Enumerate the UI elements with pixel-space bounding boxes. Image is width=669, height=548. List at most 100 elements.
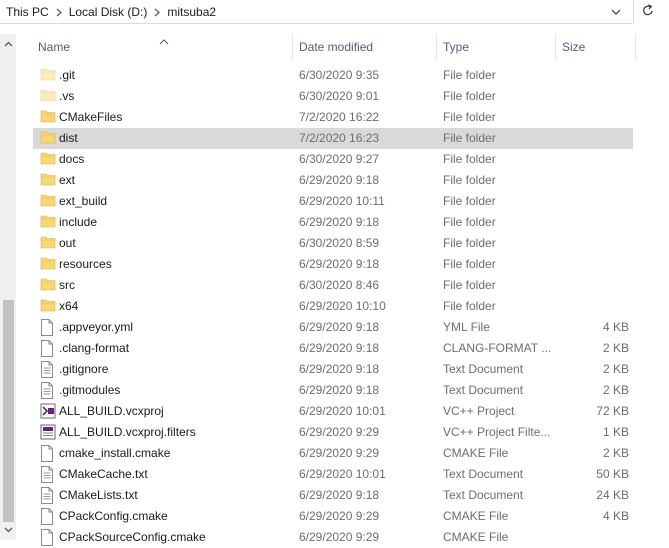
file-row[interactable]: .clang-format 6/29/2020 9:18 CLANG-FORMAT …: [33, 338, 633, 359]
breadcrumb-separator-icon[interactable]: [147, 5, 167, 19]
text-file-icon: [40, 466, 56, 483]
file-name: CPackSourceConfig.cmake: [59, 530, 206, 544]
scroll-down-icon[interactable]: [0, 522, 16, 538]
file-type: File folder: [443, 89, 496, 103]
file-icon: [40, 445, 56, 462]
file-size: 2 KB: [602, 383, 629, 397]
file-name: ALL_BUILD.vcxproj: [59, 404, 164, 418]
file-row[interactable]: CMakeLists.txt 6/29/2020 9:18 Text Documen…: [33, 485, 633, 506]
file-size: 4 KB: [602, 509, 629, 523]
file-type: CMAKE File: [443, 509, 509, 523]
file-name: .git: [59, 68, 76, 82]
file-type: Text Document: [443, 362, 524, 376]
file-type: CLANG-FORMAT ...: [443, 341, 552, 355]
file-row[interactable]: .vs 6/30/2020 9:01 File folder: [33, 86, 633, 107]
file-type: File folder: [443, 110, 496, 124]
file-row[interactable]: include 6/29/2020 9:18 File folder: [33, 212, 633, 233]
column-header-name[interactable]: Name: [33, 34, 293, 60]
breadcrumb-separator-icon[interactable]: [49, 5, 69, 19]
refresh-button[interactable]: [633, 0, 662, 24]
file-type: YML File: [443, 320, 490, 334]
file-row[interactable]: ALL_BUILD.vcxproj.filters 6/29/2020 9:29 V…: [33, 422, 633, 443]
file-row[interactable]: CMakeFiles 7/2/2020 16:22 File folder: [33, 107, 633, 128]
vertical-scrollbar[interactable]: [0, 34, 16, 540]
file-date-modified: 6/29/2020 9:18: [299, 320, 380, 334]
folder-icon: [40, 151, 56, 168]
file-date-modified: 6/30/2020 9:27: [299, 152, 380, 166]
file-list: .git 6/30/2020 9:35 File folder .vs 6/30/202…: [33, 65, 633, 548]
file-name: docs: [59, 152, 85, 166]
column-header-size[interactable]: Size: [557, 34, 636, 60]
file-row[interactable]: .gitignore 6/29/2020 9:18 Text Document 2 K…: [33, 359, 633, 380]
file-row[interactable]: CPackSourceConfig.cmake 6/29/2020 9:29 CMA…: [33, 527, 633, 548]
file-name: .vs: [59, 89, 75, 103]
file-type: File folder: [443, 299, 496, 313]
file-name: dist: [59, 131, 78, 145]
file-type: VC++ Project Filte...: [443, 425, 551, 439]
file-row[interactable]: ext 6/29/2020 9:18 File folder: [33, 170, 633, 191]
file-size: [557, 191, 629, 212]
file-row[interactable]: out 6/30/2020 8:59 File folder: [33, 233, 633, 254]
address-history-dropdown-icon[interactable]: [608, 4, 624, 20]
file-name: CMakeLists.txt: [59, 488, 138, 502]
folder-icon-hidden: [40, 88, 56, 105]
folder-icon: [40, 256, 56, 273]
file-size: [557, 212, 629, 233]
file-row[interactable]: src 6/30/2020 8:46 File folder: [33, 275, 633, 296]
scroll-up-icon[interactable]: [0, 36, 16, 52]
breadcrumb-local-disk[interactable]: Local Disk (D:): [69, 5, 148, 19]
file-name: out: [59, 236, 76, 250]
file-name: CMakeFiles: [59, 110, 123, 124]
column-header-date[interactable]: Date modified: [294, 34, 437, 60]
file-row[interactable]: cmake_install.cmake 6/29/2020 9:29 CMAKE F…: [33, 443, 633, 464]
scrollbar-thumb[interactable]: [3, 300, 14, 522]
file-row[interactable]: .appveyor.yml 6/29/2020 9:18 YML File 4 KB: [33, 317, 633, 338]
file-type: CMAKE File: [443, 530, 509, 544]
file-row[interactable]: .git 6/30/2020 9:35 File folder: [33, 65, 633, 86]
breadcrumb-this-pc[interactable]: This PC: [6, 5, 49, 19]
text-file-icon: [40, 382, 56, 399]
file-type: File folder: [443, 194, 496, 208]
vcxproj-icon: [40, 403, 56, 420]
file-row[interactable]: CMakeCache.txt 6/29/2020 10:01 Text Docume…: [33, 464, 633, 485]
file-row[interactable]: CPackConfig.cmake 6/29/2020 9:29 CMAKE Fil…: [33, 506, 633, 527]
file-row[interactable]: .gitmodules 6/29/2020 9:18 Text Document 2 …: [33, 380, 633, 401]
column-header: Name Date modified Type Size: [33, 34, 638, 60]
file-row[interactable]: ext_build 6/29/2020 10:11 File folder: [33, 191, 633, 212]
file-date-modified: 6/29/2020 9:18: [299, 362, 380, 376]
address-bar[interactable]: This PC Local Disk (D:) mitsuba2: [0, 0, 632, 24]
folder-icon-hidden: [40, 67, 56, 84]
file-row[interactable]: dist 7/2/2020 16:23 File folder: [33, 128, 633, 149]
file-name: cmake_install.cmake: [59, 446, 171, 460]
file-size: 2 KB: [602, 341, 629, 355]
column-header-type[interactable]: Type: [438, 34, 556, 60]
file-size: [557, 86, 629, 107]
file-date-modified: 6/29/2020 10:01: [299, 467, 386, 481]
folder-icon: [40, 130, 56, 147]
file-size: [557, 254, 629, 275]
file-name: src: [59, 278, 75, 292]
file-date-modified: 6/29/2020 9:29: [299, 530, 380, 544]
folder-icon: [40, 172, 56, 189]
file-row[interactable]: ALL_BUILD.vcxproj 6/29/2020 10:01 VC++ Pro…: [33, 401, 633, 422]
file-size: 1 KB: [602, 425, 629, 439]
file-row[interactable]: docs 6/30/2020 9:27 File folder: [33, 149, 633, 170]
file-row[interactable]: x64 6/29/2020 10:10 File folder: [33, 296, 633, 317]
file-name: x64: [59, 299, 79, 313]
text-file-icon: [40, 361, 56, 378]
file-type: VC++ Project: [443, 404, 515, 418]
file-type: File folder: [443, 215, 496, 229]
file-type: File folder: [443, 152, 496, 166]
file-size: [557, 65, 629, 86]
breadcrumb-mitsuba2[interactable]: mitsuba2: [167, 5, 216, 19]
file-date-modified: 6/29/2020 9:18: [299, 257, 380, 271]
file-date-modified: 6/29/2020 9:18: [299, 341, 380, 355]
folder-icon: [40, 235, 56, 252]
file-row[interactable]: resources 6/29/2020 9:18 File folder: [33, 254, 633, 275]
file-date-modified: 6/29/2020 9:29: [299, 509, 380, 523]
file-date-modified: 6/29/2020 9:18: [299, 488, 380, 502]
file-date-modified: 6/29/2020 9:29: [299, 446, 380, 460]
vcxproj-filters-icon: [40, 424, 56, 441]
file-name: ext: [59, 173, 76, 187]
file-size: 72 KB: [596, 404, 629, 418]
